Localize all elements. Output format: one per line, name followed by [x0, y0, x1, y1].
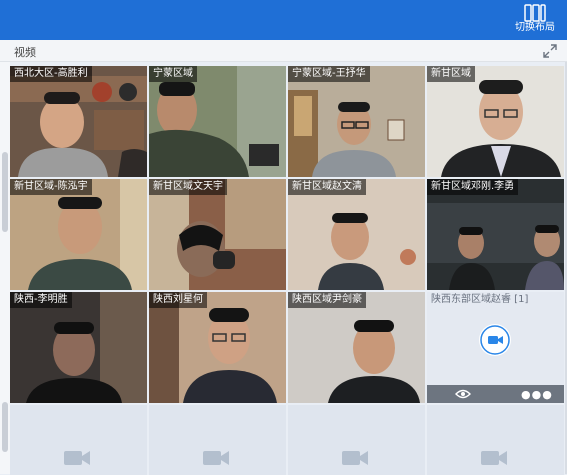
video-feed [149, 179, 286, 290]
video-feed [149, 292, 286, 403]
tile-name: 新甘区域 [427, 66, 475, 82]
tile-name: 陕西区域尹剑豪 [288, 292, 366, 308]
video-feed [427, 179, 564, 290]
panel-title: 视频 [14, 46, 36, 59]
video-feed [10, 292, 147, 403]
video-tile[interactable]: 新甘区域-陈泓宇 [10, 179, 147, 290]
video-grid: 西北大区-高胜利 宁蒙区域 宁蒙区域-王抒华 新甘区域 新甘区域-陈泓宇 新甘区… [10, 66, 565, 475]
video-tile[interactable]: 宁蒙区域-王抒华 [288, 66, 425, 177]
camera-icon [342, 451, 368, 465]
tile-name: 西北大区-高胜利 [10, 66, 92, 82]
scroll-thumb-lower[interactable] [2, 402, 8, 452]
tile-name: 新甘区域-陈泓宇 [10, 179, 92, 195]
expand-icon[interactable] [543, 44, 557, 58]
top-toolbar: 切换布局 [0, 0, 567, 40]
camera-off-badge [479, 324, 511, 356]
video-tile[interactable]: 新甘区域邓刚.李勇 [427, 179, 564, 290]
video-feed [427, 66, 564, 177]
camera-icon [480, 325, 510, 355]
video-feed [10, 66, 147, 177]
tile-name: 陕西刘星何 [149, 292, 207, 308]
empty-slot [149, 405, 286, 475]
video-feed [10, 179, 147, 290]
tile-name: 陕西东部区域赵睿 [1] [431, 294, 529, 305]
tile-controls: ●●● [427, 385, 564, 403]
tile-name: 新甘区域邓刚.李勇 [427, 179, 519, 195]
more-icon[interactable]: ●●● [521, 388, 553, 401]
switch-layout-button[interactable]: 切换布局 [509, 2, 561, 38]
video-tile[interactable]: 宁蒙区域 [149, 66, 286, 177]
video-feed [149, 66, 286, 177]
video-tile[interactable]: 新甘区域赵文清 [288, 179, 425, 290]
video-tile[interactable]: 西北大区-高胜利 [10, 66, 147, 177]
switch-layout-label: 切换布局 [515, 22, 555, 33]
video-tile[interactable]: 新甘区域文天宇 [149, 179, 286, 290]
tile-name: 新甘区域文天宇 [149, 179, 227, 195]
video-feed [288, 292, 425, 403]
tile-name: 新甘区域赵文清 [288, 179, 366, 195]
camera-icon [64, 451, 90, 465]
scroll-thumb[interactable] [2, 152, 8, 232]
tile-name: 陕西-李明胜 [10, 292, 72, 308]
empty-slot [10, 405, 147, 475]
eye-icon[interactable] [455, 389, 471, 399]
tile-name: 宁蒙区域-王抒华 [288, 66, 370, 82]
tile-name: 宁蒙区域 [149, 66, 197, 82]
video-tile[interactable]: 陕西刘星何 [149, 292, 286, 403]
empty-slot [427, 405, 564, 475]
camera-icon [203, 451, 229, 465]
camera-icon [481, 451, 507, 465]
video-panel-header: 视频 [0, 40, 567, 62]
video-tile[interactable]: 陕西-李明胜 [10, 292, 147, 403]
video-tile-camera-off[interactable]: 陕西东部区域赵睿 [1] ●●● [427, 292, 564, 403]
video-feed [288, 66, 425, 177]
empty-slot [288, 405, 425, 475]
video-tile[interactable]: 陕西区域尹剑豪 [288, 292, 425, 403]
video-feed [288, 179, 425, 290]
left-scrollbar[interactable] [0, 62, 10, 474]
video-tile[interactable]: 新甘区域 [427, 66, 564, 177]
layout-switch-icon [524, 4, 546, 22]
